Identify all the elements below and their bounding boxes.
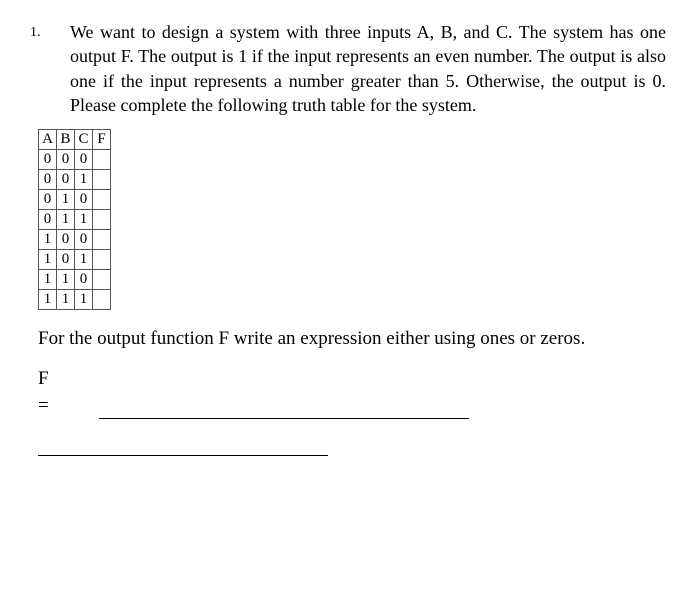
cell-F[interactable] xyxy=(93,150,111,170)
header-B: B xyxy=(57,130,75,150)
cell-F[interactable] xyxy=(93,290,111,310)
output-label: F xyxy=(38,366,670,392)
cell-A: 1 xyxy=(39,230,57,250)
expression-prompt: For the output function F write an expre… xyxy=(38,326,662,352)
cell-B: 0 xyxy=(57,250,75,270)
cell-B: 0 xyxy=(57,150,75,170)
table-row: 0 1 0 xyxy=(39,190,111,210)
table-row: 0 1 1 xyxy=(39,210,111,230)
cell-A: 0 xyxy=(39,150,57,170)
cell-C: 0 xyxy=(75,270,93,290)
table-row: 1 0 0 xyxy=(39,230,111,250)
table-row: 0 0 0 xyxy=(39,150,111,170)
problem-number: 1. xyxy=(30,20,70,117)
cell-A: 0 xyxy=(39,190,57,210)
cell-A: 1 xyxy=(39,290,57,310)
cell-C: 1 xyxy=(75,170,93,190)
cell-C: 0 xyxy=(75,150,93,170)
table-row: 1 1 1 xyxy=(39,290,111,310)
table-header-row: A B C F xyxy=(39,130,111,150)
cell-B: 1 xyxy=(57,290,75,310)
cell-C: 1 xyxy=(75,290,93,310)
cell-A: 0 xyxy=(39,210,57,230)
cell-A: 0 xyxy=(39,170,57,190)
cell-F[interactable] xyxy=(93,210,111,230)
cell-F[interactable] xyxy=(93,190,111,210)
answer-blank-1[interactable] xyxy=(99,400,469,419)
cell-B: 0 xyxy=(57,230,75,250)
header-F: F xyxy=(93,130,111,150)
cell-F[interactable] xyxy=(93,270,111,290)
cell-B: 1 xyxy=(57,210,75,230)
cell-F[interactable] xyxy=(93,250,111,270)
table-row: 1 1 0 xyxy=(39,270,111,290)
cell-B: 1 xyxy=(57,270,75,290)
cell-C: 1 xyxy=(75,210,93,230)
cell-C: 1 xyxy=(75,250,93,270)
table-row: 1 0 1 xyxy=(39,250,111,270)
table-row: 0 0 1 xyxy=(39,170,111,190)
cell-F[interactable] xyxy=(93,170,111,190)
header-A: A xyxy=(39,130,57,150)
header-C: C xyxy=(75,130,93,150)
cell-A: 1 xyxy=(39,250,57,270)
equals-sign: = xyxy=(38,393,49,419)
cell-F[interactable] xyxy=(93,230,111,250)
problem-text: We want to design a system with three in… xyxy=(70,20,670,117)
answer-blank-2[interactable] xyxy=(38,437,328,456)
problem-block: 1. We want to design a system with three… xyxy=(30,20,670,117)
truth-table: A B C F 0 0 0 0 0 1 0 1 0 0 1 1 1 0 0 1 … xyxy=(38,129,111,310)
answer-area: F = xyxy=(38,366,670,464)
cell-A: 1 xyxy=(39,270,57,290)
cell-C: 0 xyxy=(75,190,93,210)
cell-B: 1 xyxy=(57,190,75,210)
cell-C: 0 xyxy=(75,230,93,250)
cell-B: 0 xyxy=(57,170,75,190)
